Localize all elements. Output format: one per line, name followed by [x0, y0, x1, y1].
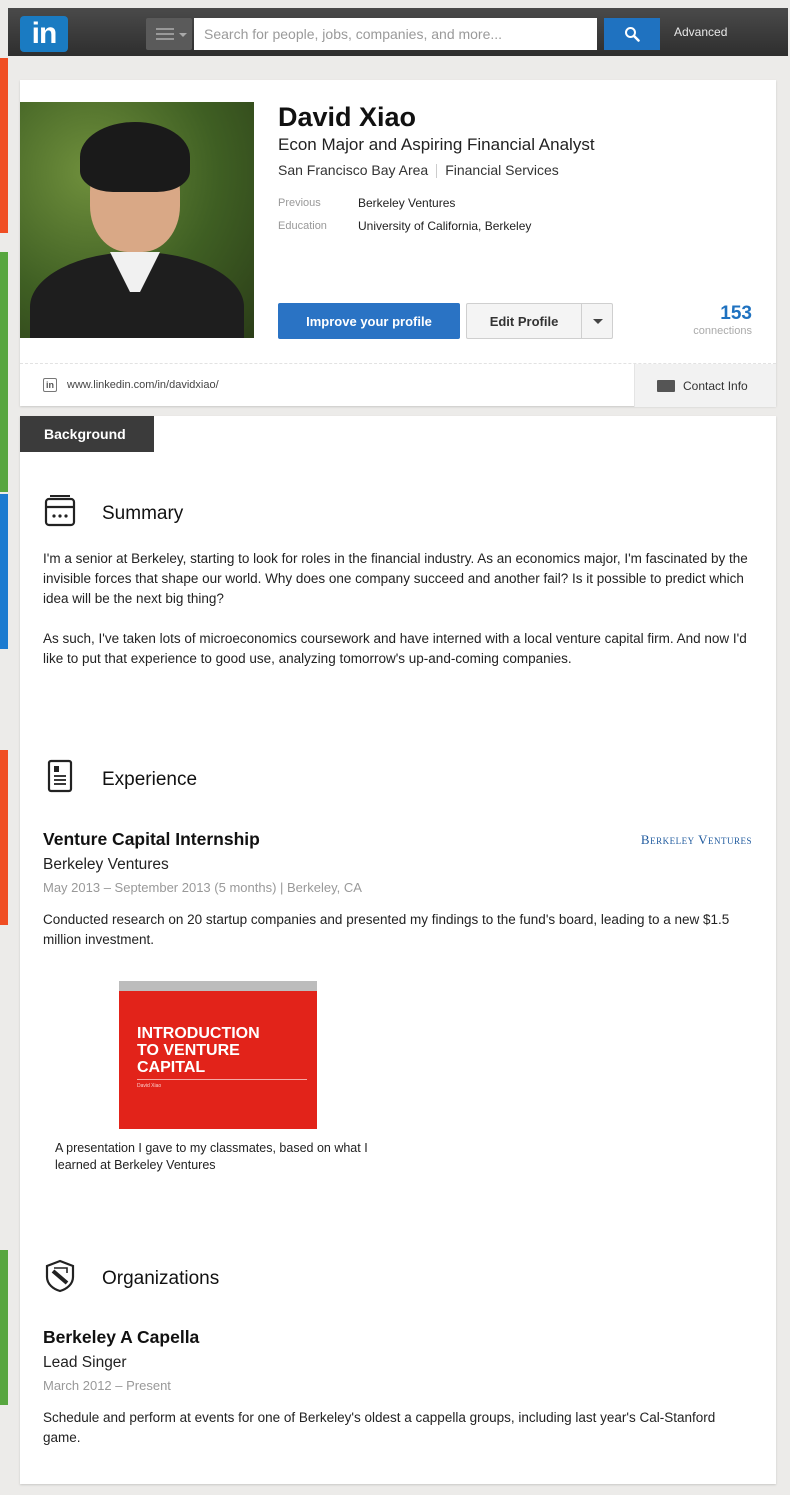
profile-photo[interactable]	[20, 102, 254, 338]
presentation-thumbnail[interactable]: INTRODUCTION TO VENTURE CAPITAL David Xi…	[119, 981, 317, 1129]
thumbnail-top-strip	[119, 981, 317, 991]
job-description: Conducted research on 20 startup compani…	[43, 912, 730, 947]
edit-profile-button[interactable]: Edit Profile	[466, 303, 582, 339]
public-profile-url[interactable]: www.linkedin.com/in/davidxiao/	[67, 379, 219, 391]
caret-down-icon	[179, 33, 187, 37]
contact-info-button[interactable]: Contact Info	[634, 364, 776, 407]
divider	[436, 164, 438, 179]
thumbnail-title: INTRODUCTION TO VENTURE CAPITAL	[137, 1025, 260, 1076]
search-icon	[625, 27, 640, 42]
summary-icon	[44, 495, 76, 527]
profile-industry[interactable]: Financial Services	[445, 162, 559, 178]
organization-role: Lead Singer	[43, 1354, 127, 1371]
edge-stripe-orange-1	[0, 58, 8, 233]
previous-value[interactable]: Berkeley Ventures	[358, 196, 455, 210]
photo-hair	[80, 122, 190, 192]
hamburger-icon	[156, 28, 174, 40]
organization-dates: March 2012 – Present	[43, 1378, 171, 1393]
organizations-icon	[45, 1259, 75, 1293]
edge-stripe-blue	[0, 494, 8, 649]
connections-label: connections	[693, 325, 752, 337]
company-logo[interactable]: Berkeley Ventures	[641, 832, 752, 848]
address-book-icon	[657, 380, 675, 392]
edge-stripe-green-1	[0, 252, 8, 492]
summary-paragraph-1: I'm a senior at Berkeley, starting to lo…	[43, 551, 748, 606]
improve-profile-button[interactable]: Improve your profile	[278, 303, 460, 339]
education-label: Education	[278, 220, 327, 232]
job-company[interactable]: Berkeley Ventures	[43, 856, 169, 874]
connections-count[interactable]: 153	[720, 303, 752, 325]
education-value[interactable]: University of California, Berkeley	[358, 219, 531, 233]
linkedin-logo[interactable]: in	[20, 16, 68, 52]
profile-card: David Xiao Econ Major and Aspiring Finan…	[20, 80, 776, 407]
profile-name: David Xiao	[278, 102, 417, 132]
thumbnail-author: David Xiao	[137, 1083, 162, 1089]
edge-stripe-green-2	[0, 1250, 8, 1405]
profile-card-footer: in www.linkedin.com/in/davidxiao/ Contac…	[20, 363, 776, 407]
search-input[interactable]	[194, 18, 597, 50]
previous-label: Previous	[278, 197, 321, 209]
summary-paragraph-2: As such, I've taken lots of microeconomi…	[43, 631, 747, 666]
thumbnail-title-line-2: TO VENTURE	[137, 1042, 240, 1059]
experience-icon	[47, 759, 73, 793]
job-dates: May 2013 – September 2013 (5 months) | B…	[43, 880, 362, 895]
search-button[interactable]	[604, 18, 660, 50]
profile-headline: Econ Major and Aspiring Financial Analys…	[278, 135, 595, 154]
profile-location[interactable]: San Francisco Bay Area	[278, 162, 428, 178]
organization-description: Schedule and perform at events for one o…	[43, 1410, 716, 1445]
presentation-caption: A presentation I gave to my classmates, …	[55, 1141, 368, 1172]
summary-title: Summary	[102, 503, 184, 524]
organizations-title: Organizations	[102, 1268, 220, 1289]
background-panel: Background Summary I'm a senior at Berke…	[20, 416, 776, 1484]
background-tab[interactable]: Background	[20, 416, 154, 452]
thumbnail-rule	[137, 1079, 307, 1080]
edit-profile-dropdown[interactable]	[581, 303, 613, 339]
job-title[interactable]: Venture Capital Internship	[43, 829, 260, 850]
experience-title: Experience	[102, 769, 198, 790]
contact-info-label: Contact Info	[683, 379, 748, 393]
menu-button[interactable]	[146, 18, 192, 50]
edge-stripe-orange-2	[0, 750, 8, 925]
top-nav-bar: in Advanced	[8, 8, 788, 56]
organization-name[interactable]: Berkeley A Capella	[43, 1327, 199, 1348]
thumbnail-title-line-3: CAPITAL	[137, 1059, 206, 1076]
advanced-search-link[interactable]: Advanced	[674, 25, 727, 39]
thumbnail-title-line-1: INTRODUCTION	[137, 1025, 260, 1042]
linkedin-small-icon: in	[43, 378, 57, 392]
profile-location-line: San Francisco Bay Area Financial Services	[278, 162, 559, 179]
